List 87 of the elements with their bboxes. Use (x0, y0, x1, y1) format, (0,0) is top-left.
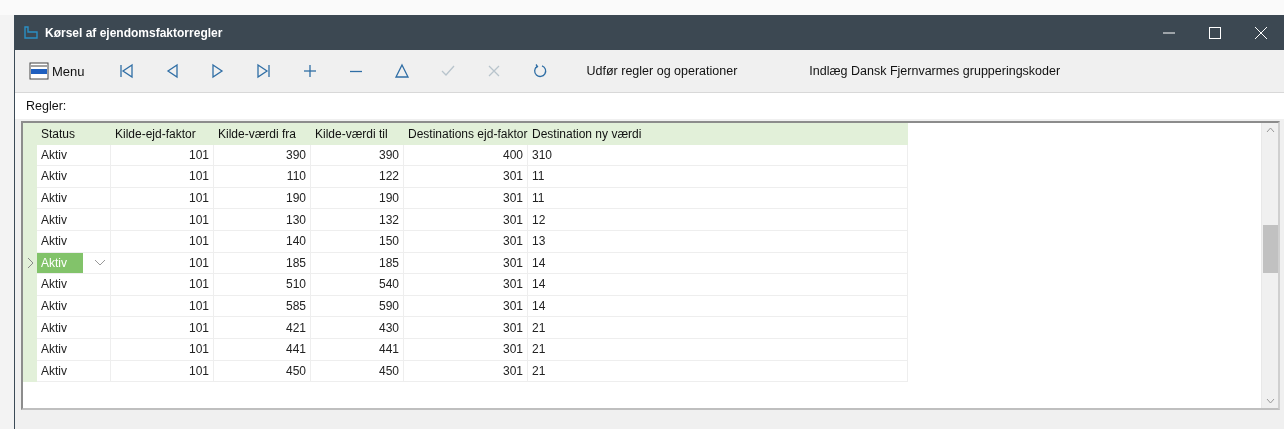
table-cell: 301 (404, 317, 528, 339)
table-cell: 301 (404, 209, 528, 231)
table-cell: 450 (311, 360, 404, 383)
column-header[interactable]: Kilde-ejd-faktor (111, 123, 214, 145)
chevron-down-icon[interactable] (94, 258, 106, 267)
column-header[interactable]: Destination ny værdi (528, 123, 908, 145)
table-cell: 301 (404, 252, 528, 275)
table-cell: 140 (214, 230, 311, 253)
table-cell: 21 (528, 317, 908, 339)
menu-button[interactable]: Menu (25, 60, 89, 82)
table-cell: 301 (404, 360, 528, 383)
close-icon (1255, 26, 1267, 39)
minimize-icon (1163, 31, 1175, 34)
table-cell: 11 (528, 187, 908, 210)
action-link[interactable]: Indlæg Dansk Fjernvarmes grupperingskoder (805, 62, 1065, 80)
table-cell[interactable]: Aktiv (37, 296, 71, 317)
table-cell: 441 (311, 338, 404, 361)
table-cell: 101 (111, 230, 214, 253)
table-cell: 310 (528, 144, 908, 167)
table-cell: 101 (111, 187, 214, 210)
table-cell: 150 (311, 230, 404, 253)
column-header[interactable]: Kilde-værdi til (311, 123, 404, 145)
table-cell: 510 (214, 274, 311, 296)
table-cell: 132 (311, 209, 404, 231)
table-cell[interactable]: Aktiv (37, 231, 71, 252)
table-cell: 301 (404, 338, 528, 361)
table-cell[interactable]: Aktiv (37, 144, 71, 165)
current-row-icon (26, 257, 34, 270)
table-cell: 14 (528, 295, 908, 318)
table-cell[interactable]: Aktiv (37, 209, 71, 230)
scrollbar-thumb[interactable] (1263, 225, 1278, 273)
table-cell: 101 (111, 209, 214, 231)
table-cell: 301 (404, 295, 528, 318)
table-cell: 110 (214, 166, 311, 188)
action-link[interactable]: Udfør regler og operationer (582, 62, 742, 80)
table-cell: 13 (528, 230, 908, 253)
table-cell: 540 (311, 274, 404, 296)
scroll-down-icon[interactable] (1265, 398, 1275, 404)
table-cell: 101 (111, 144, 214, 167)
table-cell: 101 (111, 252, 214, 275)
menu-icon (29, 62, 49, 80)
table-cell: 101 (111, 274, 214, 296)
table-cell: 390 (311, 144, 404, 167)
table-cell[interactable]: Aktiv (37, 360, 71, 381)
table-cell: 441 (214, 338, 311, 361)
app-icon (23, 25, 39, 40)
scroll-up-icon[interactable] (1265, 127, 1275, 133)
table-cell: 101 (111, 317, 214, 339)
window-title: Kørsel af ejendomsfaktorregler (45, 25, 224, 40)
table-cell: 421 (214, 317, 311, 339)
table-cell: 190 (311, 187, 404, 210)
table-cell: 185 (214, 252, 311, 275)
table-cell: 301 (404, 166, 528, 188)
table-cell: 301 (404, 187, 528, 210)
table-cell: 130 (214, 209, 311, 231)
table-cell: 101 (111, 166, 214, 188)
table-cell: 21 (528, 338, 908, 361)
scrollbar[interactable] (1261, 123, 1278, 408)
table-cell[interactable]: Aktiv (37, 317, 71, 338)
table-cell: 301 (404, 274, 528, 296)
table-cell: 185 (311, 252, 404, 275)
table-cell: 21 (528, 360, 908, 383)
table-cell[interactable]: Aktiv (37, 166, 71, 187)
table-cell: 101 (111, 360, 214, 383)
column-header[interactable]: Status (37, 123, 111, 145)
table-cell: 12 (528, 209, 908, 231)
table-cell: 585 (214, 295, 311, 318)
column-header[interactable]: Kilde-værdi fra (214, 123, 311, 145)
table-cell[interactable]: Aktiv (37, 188, 71, 209)
table-cell: 14 (528, 252, 908, 275)
table-cell[interactable]: Aktiv (37, 274, 71, 295)
table-cell[interactable]: Aktiv (37, 339, 71, 360)
maximize-icon (1209, 26, 1221, 39)
table-cell: 190 (214, 187, 311, 210)
table-cell: 390 (214, 144, 311, 167)
table-cell: 11 (528, 166, 908, 188)
section-label: Regler: (26, 99, 67, 113)
table-cell: 101 (111, 338, 214, 361)
table-cell: 430 (311, 317, 404, 339)
table-cell: 400 (404, 144, 528, 167)
column-header[interactable]: Destinations ejd-faktor (404, 123, 528, 145)
table-cell: 450 (214, 360, 311, 383)
table-cell: 590 (311, 295, 404, 318)
table-cell: 101 (111, 295, 214, 318)
table-cell: 14 (528, 274, 908, 296)
table-cell: 122 (311, 166, 404, 188)
table-cell: 301 (404, 230, 528, 253)
